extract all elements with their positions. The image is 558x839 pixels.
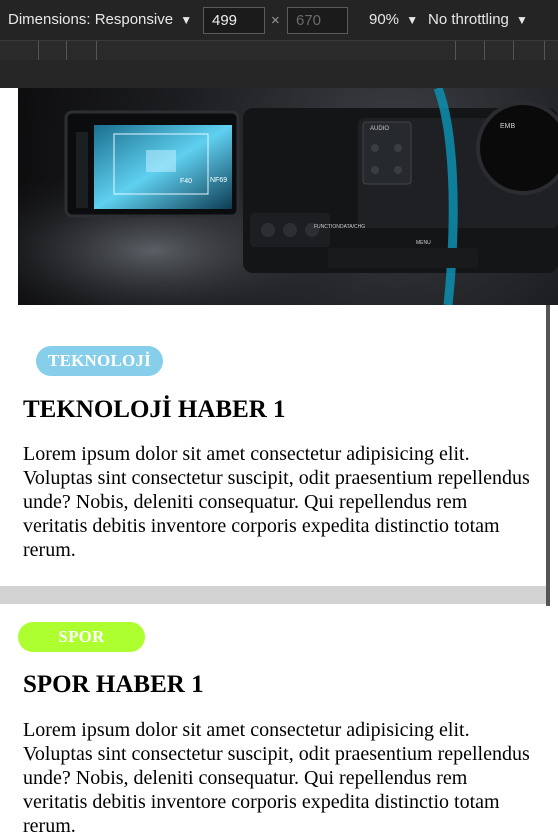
article-title: TEKNOLOJİ HABER 1 xyxy=(23,396,286,423)
dimensions-label: Dimensions: Responsive xyxy=(8,11,174,28)
page-viewport: AUDIO EMB FUNCTION DATA/CHG MENU F40 NF6… xyxy=(0,88,558,839)
throttling-label: No throttling xyxy=(428,11,509,28)
chevron-down-icon: ▼ xyxy=(406,13,419,27)
ruler-divider xyxy=(66,41,67,61)
news-card-technology: TEKNOLOJİ TEKNOLOJİ HABER 1 Lorem ipsum … xyxy=(0,305,546,586)
media-query-bar[interactable] xyxy=(0,40,558,61)
throttling-dropdown[interactable]: No throttling ▼ xyxy=(428,11,528,28)
ruler-divider xyxy=(544,41,545,61)
article-body: Lorem ipsum dolor sit amet consectetur a… xyxy=(23,443,530,561)
ruler-divider xyxy=(96,41,97,61)
hero-camera-image: AUDIO EMB FUNCTION DATA/CHG MENU F40 NF6… xyxy=(18,88,558,305)
times-icon: × xyxy=(271,12,280,29)
height-input[interactable]: 670 xyxy=(287,7,348,34)
zoom-label: 90% xyxy=(369,11,400,28)
article-title: SPOR HABER 1 xyxy=(23,671,204,698)
ruler-divider xyxy=(513,41,514,61)
dimensions-dropdown[interactable]: Dimensions: Responsive ▼ xyxy=(8,11,192,28)
ruler-divider xyxy=(38,41,39,61)
width-input[interactable]: 499 xyxy=(203,7,265,34)
card-separator xyxy=(0,586,546,604)
chevron-down-icon: ▼ xyxy=(516,13,528,27)
news-card-sport: SPOR SPOR HABER 1 Lorem ipsum dolor sit … xyxy=(0,604,546,839)
zoom-dropdown[interactable]: 90% ▼ xyxy=(369,11,418,28)
iris-label: DATA/CHG xyxy=(340,224,365,230)
menu-label: MENU xyxy=(416,240,431,246)
screen-readout: F40 xyxy=(180,178,192,185)
chevron-down-icon: ▼ xyxy=(180,13,193,27)
screen-readout-2: NF69 xyxy=(210,177,227,184)
ruler-divider xyxy=(455,41,456,61)
category-badge[interactable]: TEKNOLOJİ xyxy=(36,346,163,376)
devtools-device-toolbar: Dimensions: Responsive ▼ 499 × 670 90% ▼… xyxy=(0,0,558,40)
audio-label: AUDIO xyxy=(370,126,389,132)
camera-illustration: AUDIO EMB FUNCTION DATA/CHG MENU F40 NF6… xyxy=(18,88,558,305)
brand-label: EMB xyxy=(500,123,516,130)
ruler-divider xyxy=(484,41,485,61)
page-scrollbar[interactable] xyxy=(546,305,550,606)
category-badge[interactable]: SPOR xyxy=(18,622,145,652)
function-label: FUNCTION xyxy=(314,224,340,230)
device-frame-top xyxy=(0,60,558,88)
article-body: Lorem ipsum dolor sit amet consectetur a… xyxy=(23,719,530,837)
